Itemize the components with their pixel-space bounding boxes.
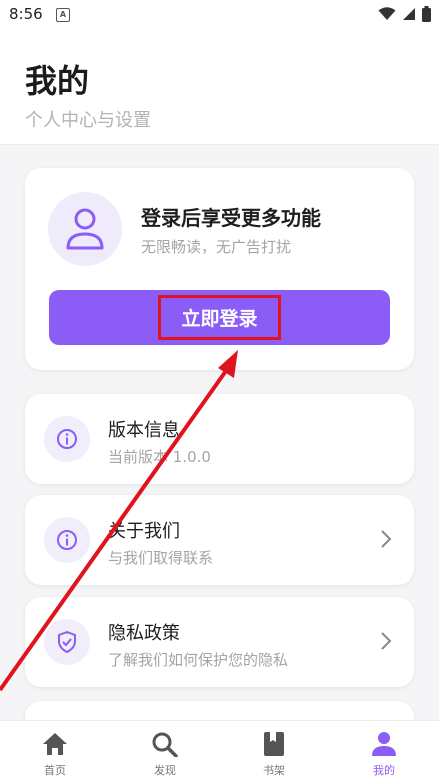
nav-label: 我的 (373, 764, 395, 777)
login-button-label: 立即登录 (158, 295, 281, 340)
login-subtitle: 无限畅读，无广告打扰 (141, 238, 292, 256)
nav-label: 发现 (154, 764, 176, 777)
notification-icon: A (56, 8, 70, 22)
menu-item-version[interactable]: 版本信息 当前版本 1.0.0 (25, 394, 414, 484)
nav-label: 书架 (263, 764, 285, 777)
info-icon (44, 416, 90, 462)
menu-item-subtitle: 当前版本 1.0.0 (108, 448, 211, 466)
system-icons (378, 6, 431, 22)
status-bar: 8:56 A (0, 0, 439, 30)
login-button[interactable]: 立即登录 (49, 290, 390, 345)
battery-icon (422, 6, 431, 22)
page-title: 我的 (25, 62, 90, 100)
nav-bookshelf[interactable]: 书架 (219, 721, 329, 781)
menu-item-title: 关于我们 (108, 521, 180, 542)
page-subtitle: 个人中心与设置 (25, 110, 151, 131)
login-card: 登录后享受更多功能 无限畅读，无广告打扰 立即登录 (25, 168, 414, 370)
nav-home[interactable]: 首页 (0, 721, 110, 781)
menu-item-about[interactable]: 关于我们 与我们取得联系 (25, 495, 414, 585)
menu-item-subtitle: 了解我们如何保护您的隐私 (108, 651, 289, 669)
avatar (48, 192, 122, 266)
search-icon (152, 732, 178, 757)
nav-discover[interactable]: 发现 (110, 721, 220, 781)
chevron-right-icon (381, 632, 392, 650)
menu-item-title: 隐私政策 (108, 623, 180, 644)
info-icon (44, 517, 90, 563)
nav-label: 首页 (44, 764, 66, 777)
status-time: 8:56 (9, 5, 43, 23)
menu-item-privacy[interactable]: 隐私政策 了解我们如何保护您的隐私 (25, 597, 414, 687)
login-title: 登录后享受更多功能 (141, 206, 321, 230)
home-icon (43, 733, 67, 755)
shield-icon (44, 619, 90, 665)
wifi-icon (378, 7, 396, 20)
signal-icon (403, 8, 415, 20)
menu-item-subtitle: 与我们取得联系 (108, 549, 214, 567)
user-icon (66, 208, 104, 250)
nav-mine[interactable]: 我的 (329, 721, 439, 781)
bottom-nav: 首页 发现 书架 我的 (0, 720, 439, 781)
chevron-right-icon (381, 530, 392, 548)
book-icon (264, 732, 284, 756)
menu-item-title: 版本信息 (108, 420, 180, 441)
page-header: 我的 个人中心与设置 (0, 30, 439, 145)
person-icon (372, 732, 396, 756)
